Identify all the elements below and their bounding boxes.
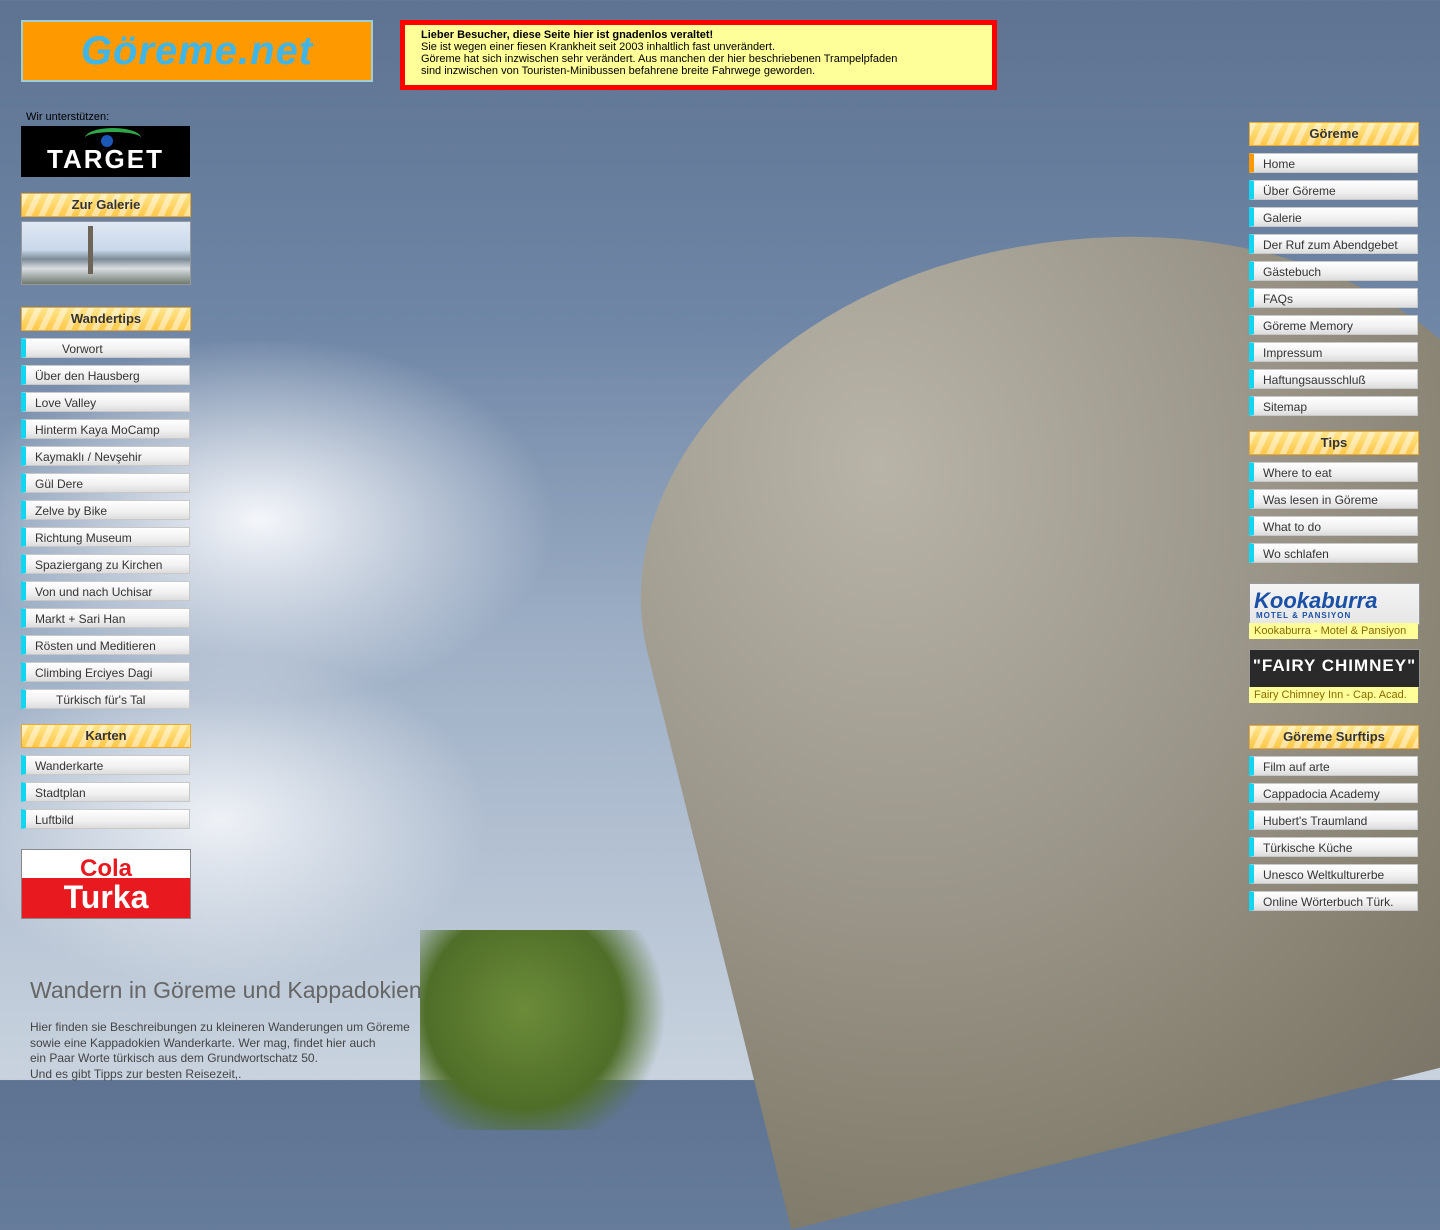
wandertips-item-3[interactable]: Love Valley xyxy=(21,392,190,412)
wandertips-item-7[interactable]: Zelve by Bike xyxy=(21,500,190,520)
goreme-item-1[interactable]: Home xyxy=(1249,153,1418,173)
intro-line-3: ein Paar Worte türkisch aus dem Grundwor… xyxy=(30,1051,318,1065)
wandertips-item-12[interactable]: Rösten und Meditieren xyxy=(21,635,190,655)
karten-item-3[interactable]: Luftbild xyxy=(21,809,190,829)
intro-line-2: sowie eine Kappadokien Wanderkarte. Wer … xyxy=(30,1035,376,1050)
gallery-header: Zur Galerie xyxy=(21,193,191,217)
wandertips-item-14[interactable]: Türkisch für's Tal xyxy=(21,689,190,709)
goreme-header: Göreme xyxy=(1249,122,1419,146)
notice-line-3: Göreme hat sich inzwischen sehr veränder… xyxy=(421,53,898,65)
wandertips-item-1[interactable]: Vorwort xyxy=(21,338,190,358)
gallery-thumbnail[interactable] xyxy=(21,221,191,285)
surftips-item-5[interactable]: Unesco Weltkulturerbe xyxy=(1249,864,1418,884)
surftips-item-4[interactable]: Türkische Küche xyxy=(1249,837,1418,857)
site-logo-text: Göreme.net xyxy=(80,28,314,73)
tips-item-2[interactable]: Was lesen in Göreme xyxy=(1249,489,1418,509)
wandertips-item-9[interactable]: Spaziergang zu Kirchen xyxy=(21,554,190,574)
goreme-item-9[interactable]: Haftungsausschluß xyxy=(1249,369,1418,389)
notice-line-4: sind inzwischen von Touristen-Minibussen… xyxy=(421,65,816,77)
notice-line-2: Sie ist wegen einer fiesen Krankheit sei… xyxy=(421,41,776,53)
wandertips-item-5[interactable]: Kaymaklı / Nevşehir xyxy=(21,446,190,466)
goreme-item-5[interactable]: Gästebuch xyxy=(1249,261,1418,281)
surftips-item-2[interactable]: Cappadocia Academy xyxy=(1249,783,1418,803)
fairy-chimney-banner[interactable]: "FAIRY CHIMNEY" xyxy=(1249,649,1420,688)
wandertips-item-2[interactable]: Über den Hausberg xyxy=(21,365,190,385)
wandertips-item-8[interactable]: Richtung Museum xyxy=(21,527,190,547)
kookaburra-caption[interactable]: Kookaburra - Motel & Pansiyon xyxy=(1249,623,1418,639)
tips-item-3[interactable]: What to do xyxy=(1249,516,1418,536)
fairy-chimney-logo-text: "FAIRY CHIMNEY" xyxy=(1252,656,1417,675)
notice-line-1: Lieber Besucher, diese Seite hier ist gn… xyxy=(421,29,714,41)
wandertips-item-4[interactable]: Hinterm Kaya MoCamp xyxy=(21,419,190,439)
page-title: Wandern in Göreme und Kappadokien xyxy=(30,977,422,1003)
tree-foliage xyxy=(420,930,680,1130)
wandertips-item-13[interactable]: Climbing Erciyes Dagi xyxy=(21,662,190,682)
goreme-item-4[interactable]: Der Ruf zum Abendgebet xyxy=(1249,234,1418,254)
fairy-chimney-caption[interactable]: Fairy Chimney Inn - Cap. Acad. xyxy=(1249,687,1418,703)
goreme-item-6[interactable]: FAQs xyxy=(1249,288,1418,308)
wandertips-item-10[interactable]: Von und nach Uchisar xyxy=(21,581,190,601)
intro-line-1: Hier finden sie Beschreibungen zu kleine… xyxy=(30,1020,410,1034)
tips-item-4[interactable]: Wo schlafen xyxy=(1249,543,1418,563)
site-logo[interactable]: Göreme.net xyxy=(21,20,373,82)
minaret-shape xyxy=(88,226,93,274)
intro-text: Hier finden sie Beschreibungen zu kleine… xyxy=(30,1020,410,1082)
wandertips-item-11[interactable]: Markt + Sari Han xyxy=(21,608,190,628)
goreme-item-2[interactable]: Über Göreme xyxy=(1249,180,1418,200)
surftips-header: Göreme Surftips xyxy=(1249,725,1419,749)
goreme-item-10[interactable]: Sitemap xyxy=(1249,396,1418,416)
wandertips-header: Wandertips xyxy=(21,307,191,331)
surftips-item-6[interactable]: Online Wörterbuch Türk. xyxy=(1249,891,1418,911)
karten-item-2[interactable]: Stadtplan xyxy=(21,782,190,802)
surftips-item-3[interactable]: Hubert's Traumland xyxy=(1249,810,1418,830)
karten-item-1[interactable]: Wanderkarte xyxy=(21,755,190,775)
target-logo-text: TARGET xyxy=(47,144,164,174)
kookaburra-banner[interactable]: Kookaburra MOTEL & PANSIYON xyxy=(1249,583,1420,625)
karten-header: Karten xyxy=(21,724,191,748)
outdated-notice: Lieber Besucher, diese Seite hier ist gn… xyxy=(400,20,997,90)
support-label: Wir unterstützen: xyxy=(26,111,110,123)
target-logo-banner[interactable]: TARGET xyxy=(21,126,190,177)
wandertips-item-6[interactable]: Gül Dere xyxy=(21,473,190,493)
cola-turka-text-bottom: Turka xyxy=(63,879,149,915)
goreme-item-7[interactable]: Göreme Memory xyxy=(1249,315,1418,335)
goreme-item-3[interactable]: Galerie xyxy=(1249,207,1418,227)
surftips-item-1[interactable]: Film auf arte xyxy=(1249,756,1418,776)
goreme-item-8[interactable]: Impressum xyxy=(1249,342,1418,362)
kookaburra-logo-subtext: MOTEL & PANSIYON xyxy=(1256,611,1352,620)
tips-header: Tips xyxy=(1249,431,1419,455)
tips-item-1[interactable]: Where to eat xyxy=(1249,462,1418,482)
cola-turka-banner[interactable]: Cola Turka xyxy=(21,849,191,919)
